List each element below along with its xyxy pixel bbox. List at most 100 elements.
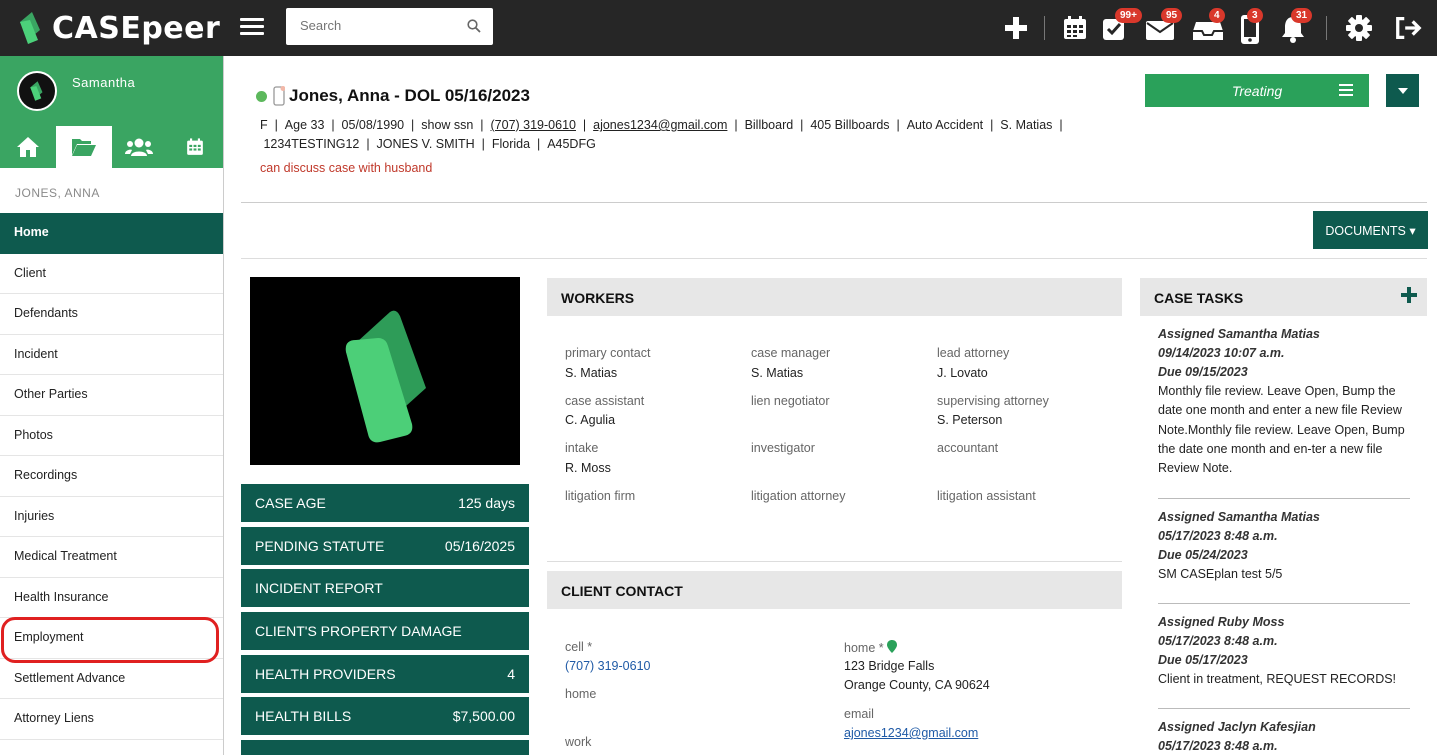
case-status-label: Treating <box>1231 82 1283 99</box>
address-line-1: 123 Bridge Falls <box>844 659 935 673</box>
home-icon <box>16 137 39 157</box>
client-email-link[interactable]: ajones1234@gmail.com <box>593 118 727 132</box>
show-ssn-link[interactable]: show ssn <box>421 118 473 132</box>
user-panel: Samantha <box>0 56 223 126</box>
task-description: SM CASEplan test 5/5 <box>1158 567 1283 581</box>
sidebar-item-incident[interactable]: Incident <box>0 335 223 375</box>
task-created: 05/17/2023 8:48 a.m. <box>1158 529 1278 543</box>
task-item[interactable]: Assigned Samantha Matias 05/17/2023 8:48… <box>1158 508 1410 584</box>
avatar[interactable] <box>17 71 57 111</box>
stat-health-insurance-partial[interactable] <box>241 740 529 755</box>
worker-value[interactable]: S. Matias <box>565 366 617 380</box>
folder-open-icon <box>71 139 96 156</box>
task-description: Monthly file review. Leave Open, Bump th… <box>1158 384 1405 476</box>
client-age: Age 33 <box>284 118 325 132</box>
task-created: 05/17/2023 8:48 a.m. <box>1158 739 1278 753</box>
mail-button[interactable]: 95 <box>1145 8 1183 42</box>
divider <box>1158 498 1410 499</box>
divider <box>1158 603 1410 604</box>
client-contact-panel-header: CLIENT CONTACT <box>547 571 1122 609</box>
casepeer-logo-icon <box>30 81 43 101</box>
client-email-link[interactable]: ajones1234@gmail.com <box>844 726 978 740</box>
case-title-row: Jones, Anna - DOL 05/16/2023 <box>256 86 530 106</box>
case-status-button[interactable]: Treating <box>1145 74 1369 107</box>
stat-label: PENDING STATUTE <box>255 538 385 554</box>
worker-value[interactable]: R. Moss <box>565 461 611 475</box>
employment-highlight-circle <box>1 617 219 663</box>
inbox-button[interactable]: 4 <box>1192 8 1225 42</box>
phone-button[interactable]: 3 <box>1240 8 1268 44</box>
sidebar-item-injuries[interactable]: Injuries <box>0 497 223 537</box>
task-created: 05/17/2023 8:48 a.m. <box>1158 634 1278 648</box>
task-item[interactable]: Assigned Samantha Matias 09/14/2023 10:0… <box>1158 325 1410 478</box>
sidebar-item-attorney-liens[interactable]: Attorney Liens <box>0 699 223 740</box>
add-icon[interactable] <box>1002 14 1030 42</box>
worker-label: litigation assistant <box>937 489 1036 503</box>
calendar-icon[interactable] <box>1061 14 1089 42</box>
search-box <box>286 8 493 45</box>
worker-label: investigator <box>751 441 815 455</box>
worker-label: supervising attorney <box>937 394 1049 408</box>
map-pin-icon[interactable] <box>887 640 898 653</box>
workers-panel-header: WORKERS <box>547 278 1122 316</box>
menu-icon[interactable] <box>240 15 264 39</box>
worker-value[interactable]: S. Matias <box>751 366 803 380</box>
worker-label: intake <box>565 441 599 455</box>
stat-pending-statute[interactable]: PENDING STATUTE 05/16/2025 <box>241 527 529 565</box>
tab-contacts[interactable] <box>112 126 168 168</box>
task-due: Due 09/15/2023 <box>1158 365 1248 379</box>
tab-cases[interactable] <box>55 126 112 168</box>
tasks-button[interactable]: 99+ <box>1101 8 1142 42</box>
users-icon <box>125 138 154 156</box>
case-attorney: S. Matias <box>1000 118 1053 132</box>
search-icon[interactable] <box>467 19 481 33</box>
stat-case-age[interactable]: CASE AGE 125 days <box>241 484 529 522</box>
sidebar-item-settlement-advance[interactable]: Settlement Advance <box>0 659 223 699</box>
logout-icon[interactable] <box>1394 14 1422 42</box>
stat-label: CLIENT'S PROPERTY DAMAGE <box>255 623 462 639</box>
worker-label: lead attorney <box>937 346 1010 360</box>
sidebar-item-photos[interactable]: Photos <box>0 416 223 456</box>
notifications-button[interactable]: 31 <box>1279 8 1313 43</box>
search-input[interactable] <box>286 8 456 43</box>
worker-value[interactable]: S. Peterson <box>937 413 1002 427</box>
documents-button[interactable]: DOCUMENTS ▾ <box>1313 211 1428 249</box>
task-item[interactable]: Assigned Jaclyn Kafesjian 05/17/2023 8:4… <box>1158 718 1410 755</box>
stat-property-damage[interactable]: CLIENT'S PROPERTY DAMAGE <box>241 612 529 650</box>
tab-calendar[interactable] <box>167 126 223 168</box>
cell-phone-link[interactable]: (707) 319-0610 <box>565 659 650 673</box>
logo-text: CASEpeer <box>52 10 221 46</box>
task-item[interactable]: Assigned Ruby Moss 05/17/2023 8:48 a.m. … <box>1158 613 1410 689</box>
divider <box>241 258 1427 259</box>
sidebar-item-other-parties[interactable]: Other Parties <box>0 375 223 416</box>
stat-label: HEALTH PROVIDERS <box>255 666 396 682</box>
stat-health-bills[interactable]: HEALTH BILLS $7,500.00 <box>241 697 529 735</box>
top-bar: CASEpeer 99+ 95 <box>0 0 1437 56</box>
client-phone-link[interactable]: (707) 319-0610 <box>491 118 576 132</box>
casepeer-logo[interactable]: CASEpeer <box>18 6 220 50</box>
status-dropdown-button[interactable] <box>1386 74 1419 107</box>
worker-value[interactable]: J. Lovato <box>937 366 988 380</box>
sidebar-item-defendants[interactable]: Defendants <box>0 294 223 335</box>
case-number: 1234TESTING12 <box>263 137 360 151</box>
case-title: Jones, Anna - DOL 05/16/2023 <box>289 86 530 105</box>
sidebar-item-medical-treatment[interactable]: Medical Treatment <box>0 537 223 578</box>
gear-icon[interactable] <box>1345 14 1373 42</box>
tab-home[interactable] <box>0 126 56 168</box>
divider <box>241 202 1427 203</box>
user-name: Samantha <box>72 75 136 90</box>
worker-value[interactable]: C. Agulia <box>565 413 615 427</box>
case-source: Billboard <box>744 118 794 132</box>
stat-label: INCIDENT REPORT <box>255 580 383 596</box>
add-task-icon[interactable] <box>1401 287 1417 303</box>
stat-incident-report[interactable]: INCIDENT REPORT <box>241 569 529 607</box>
sidebar-case-name: JONES, ANNA <box>15 186 100 200</box>
case-image[interactable] <box>250 277 520 465</box>
sidebar-item-recordings[interactable]: Recordings <box>0 456 223 497</box>
sidebar-item-client[interactable]: Client <box>0 254 223 294</box>
sidebar-item-health-insurance[interactable]: Health Insurance <box>0 578 223 618</box>
sidebar-item-home[interactable]: Home <box>0 213 223 254</box>
stat-health-providers[interactable]: HEALTH PROVIDERS 4 <box>241 655 529 693</box>
worker-label: litigation attorney <box>751 489 846 503</box>
case-tasks-title: CASE TASKS <box>1154 290 1244 306</box>
